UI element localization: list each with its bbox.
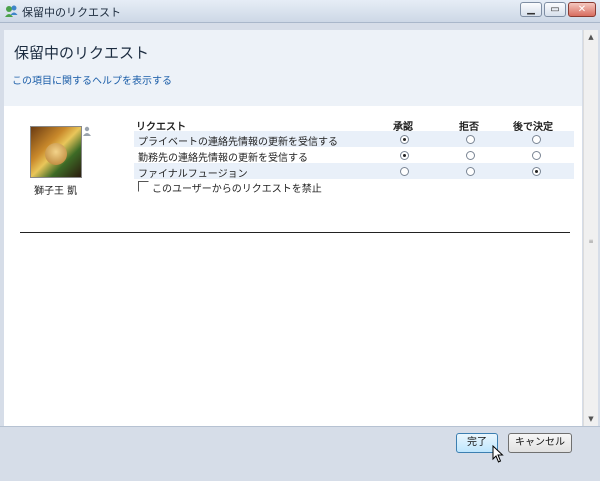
later-radio[interactable] — [532, 151, 541, 160]
later-radio[interactable] — [532, 167, 541, 176]
cancel-button[interactable]: キャンセル — [508, 433, 572, 453]
dialog-content: 保留中のリクエスト この項目に関するヘルプを表示する 獅子王 凱 リクエスト 承… — [4, 30, 582, 426]
presence-icon — [83, 126, 91, 136]
close-button[interactable]: ✕ — [568, 2, 596, 17]
request-row[interactable]: 勤務先の連絡先情報の更新を受信する — [134, 147, 574, 164]
divider — [20, 232, 570, 233]
contact-avatar — [30, 126, 82, 178]
request-label: ファイナルフュージョン — [138, 169, 248, 180]
avatar-face — [45, 143, 67, 165]
contacts-icon — [5, 5, 18, 17]
request-row[interactable]: ファイナルフュージョン — [134, 163, 574, 180]
close-icon: ✕ — [577, 4, 587, 15]
request-row[interactable]: プライベートの連絡先情報の更新を受信する — [134, 131, 574, 148]
scroll-down-icon[interactable]: ▼ — [586, 414, 596, 424]
scroll-up-icon[interactable]: ▲ — [586, 32, 596, 42]
contact-name: 獅子王 凱 — [34, 186, 78, 197]
window-title: 保留中のリクエスト — [22, 6, 121, 19]
request-label: プライベートの連絡先情報の更新を受信する — [138, 137, 338, 148]
minimize-icon: ▁ — [527, 4, 535, 15]
reject-radio[interactable] — [466, 167, 475, 176]
request-label: 勤務先の連絡先情報の更新を受信する — [138, 153, 308, 164]
dialog-header: 保留中のリクエスト この項目に関するヘルプを表示する — [4, 30, 582, 106]
mouse-cursor-icon — [492, 445, 504, 463]
minimize-button[interactable]: ▁ — [520, 2, 542, 17]
maximize-button[interactable]: ▭ — [544, 2, 566, 17]
reject-radio[interactable] — [466, 151, 475, 160]
block-user-checkbox[interactable] — [138, 181, 149, 192]
dialog-footer: 完了 キャンセル — [0, 426, 600, 481]
scroll-grip-icon[interactable]: ≡ — [587, 238, 595, 246]
page-title: 保留中のリクエスト — [14, 44, 150, 62]
approve-radio[interactable] — [400, 167, 409, 176]
reject-radio[interactable] — [466, 135, 475, 144]
block-user-label: このユーザーからのリクエストを禁止 — [152, 184, 322, 195]
vertical-scrollbar[interactable]: ▲ ≡ ▼ — [583, 30, 598, 426]
approve-radio[interactable] — [400, 135, 409, 144]
help-link[interactable]: この項目に関するヘルプを表示する — [12, 72, 172, 87]
maximize-icon: ▭ — [550, 4, 560, 15]
approve-radio[interactable] — [400, 151, 409, 160]
later-radio[interactable] — [532, 135, 541, 144]
window-titlebar: 保留中のリクエスト ▁ ▭ ✕ — [0, 0, 600, 23]
